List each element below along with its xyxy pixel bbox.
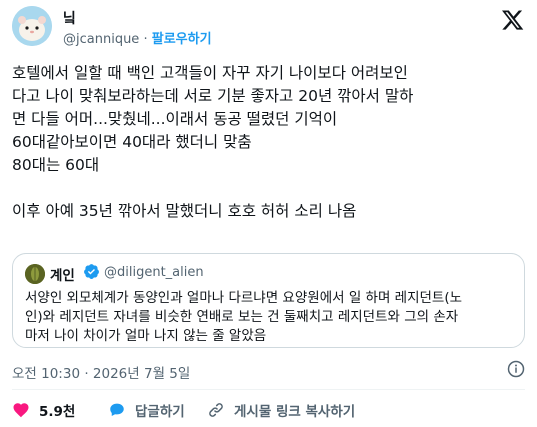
tweet-line: 면 다들 어머...맞췄네...이래서 동공 떨렸던 기억이 xyxy=(12,110,338,128)
tweet-line: 다고 나이 맞춰보라하는데 서로 기분 좋자고 20년 깎아서 말하 xyxy=(12,87,414,105)
copy-link-label: 게시물 링크 복사하기 xyxy=(234,404,356,420)
reply-label: 답글하기 xyxy=(135,404,185,420)
author-handle[interactable]: @jcannique xyxy=(63,32,139,47)
like-button[interactable]: 5.9천 xyxy=(12,398,75,422)
quoted-tweet-card[interactable]: 계인 @diligent_alien 서양인 외모체계가 동양인과 얼마나 다르… xyxy=(12,253,525,348)
quoted-line: 서양인 외모체계가 동양인과 얼마나 다르냐면 요양원에서 일 하며 레지던트(… xyxy=(25,290,463,306)
avatar[interactable] xyxy=(12,6,52,46)
like-count: 5.9천 xyxy=(39,404,76,420)
link-icon xyxy=(209,403,223,417)
follow-button[interactable]: 팔로우하기 xyxy=(152,32,212,47)
avatar-hamster-icon xyxy=(12,6,52,46)
copy-link-button[interactable]: 게시물 링크 복사하기 xyxy=(207,398,355,422)
quoted-author-name: 계인 xyxy=(50,268,75,284)
author-handle-row: @jcannique · 팔로우하기 xyxy=(63,28,212,47)
x-logo-icon[interactable] xyxy=(501,8,525,32)
quoted-line: 인)와 레지던트 자녀를 비슷한 연배로 보는 건 둘째치고 레지던트와 그의 … xyxy=(25,309,459,325)
tweet-line: 80대는 60대 xyxy=(12,156,100,174)
quoted-line: 마저 나이 차이가 얼마 나지 않는 줄 알았음 xyxy=(25,328,267,344)
action-bar: 5.9천 답글하기 게시물 링크 복사하기 xyxy=(12,398,525,422)
author-name[interactable]: 닠 xyxy=(63,8,76,28)
quoted-tweet-text: 서양인 외모체계가 동양인과 얼마나 다르냐면 요양원에서 일 하며 레지던트(… xyxy=(25,289,517,346)
speech-bubble-icon xyxy=(110,403,124,416)
info-icon[interactable] xyxy=(507,360,525,378)
tweet-line: 호텔에서 일할 때 백인 고객들이 자꾸 자기 나이보다 어려보인 xyxy=(12,64,408,82)
timestamp[interactable]: 오전 10:30 · 2026년 7월 5일 xyxy=(12,362,190,382)
quoted-avatar-icon xyxy=(25,264,45,284)
tweet-text: 호텔에서 일할 때 백인 고객들이 자꾸 자기 나이보다 어려보인 다고 나이 … xyxy=(12,62,525,223)
quoted-author-handle: @diligent_alien xyxy=(104,265,204,280)
separator-dot: · xyxy=(143,32,148,47)
tweet-header: 닠 @jcannique · 팔로우하기 xyxy=(12,6,525,50)
heart-icon xyxy=(13,403,29,418)
tweet-line: 이후 아예 35년 깎아서 말했더니 호호 허허 소리 나옴 xyxy=(12,202,357,220)
divider xyxy=(12,389,525,390)
tweet-line: 60대같아보이면 40대라 했더니 맞춤 xyxy=(12,133,252,151)
reply-button[interactable]: 답글하기 xyxy=(108,398,185,422)
verified-badge-icon xyxy=(84,264,99,279)
quoted-author-avatar xyxy=(25,264,45,284)
